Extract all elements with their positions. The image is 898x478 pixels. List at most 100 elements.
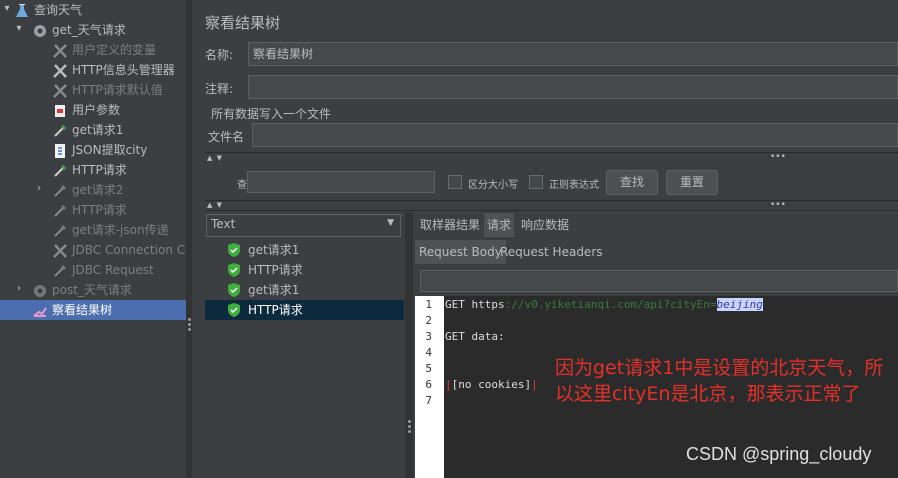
line-number: 7 <box>425 394 432 407</box>
splitter-grip-dot <box>407 420 411 423</box>
chevron-down-icon[interactable]: ▾ <box>1 3 13 14</box>
regex-checkbox[interactable] <box>529 175 543 189</box>
pipette-icon <box>54 124 66 137</box>
tree-item-thread-group[interactable]: get_天气请求 <box>32 20 126 40</box>
drag-handle-dots[interactable]: ••• <box>770 152 786 162</box>
tab-request-headers[interactable]: Request Headers <box>497 240 606 264</box>
chevron-down-icon: ▼ <box>387 218 394 228</box>
filename-field[interactable] <box>252 123 898 147</box>
line-number: 2 <box>425 314 432 327</box>
page-title: 察看结果树 <box>205 14 281 32</box>
code-line-6: |[no cookies]| <box>445 378 538 391</box>
divider <box>205 152 898 153</box>
tree-item-http-defaults[interactable]: HTTP请求默认值 <box>52 80 163 100</box>
tree-item-get-request-2[interactable]: get请求2 <box>52 180 123 200</box>
tree-item-test-plan[interactable]: 查询天气 <box>14 0 82 20</box>
extractor-icon <box>55 143 65 158</box>
splitter-grip-dot <box>407 425 411 428</box>
watermark: CSDN @spring_cloudy <box>686 444 872 464</box>
code-line-3: GET data: <box>445 330 505 343</box>
line-number: 3 <box>425 330 432 343</box>
annotation-text: 因为get请求1中是设置的北京天气，所以这里cityEn是北京，那表示正常了 <box>555 357 884 405</box>
chevron-right-icon[interactable]: › <box>13 283 25 294</box>
pipette-icon <box>54 184 66 197</box>
search-input[interactable] <box>247 171 435 193</box>
tab-response-data[interactable]: 响应数据 <box>518 213 572 237</box>
tab-request[interactable]: 请求 <box>484 213 515 237</box>
result-item-selected[interactable]: HTTP请求 <box>205 300 404 320</box>
request-url: ://v0.yiketianqi.com/api?cityEn= <box>504 298 717 311</box>
regex-label: 正则表达式 <box>549 180 599 191</box>
listener-icon <box>33 306 47 317</box>
drag-handle-dots[interactable]: ••• <box>770 200 786 210</box>
tree-item-post-thread-group[interactable]: post_天气请求 <box>32 280 132 300</box>
case-sensitive-checkbox[interactable] <box>448 175 462 189</box>
tree-item-jdbc-connection[interactable]: JDBC Connection Co <box>52 240 186 260</box>
divider <box>205 200 898 201</box>
tab-request-body[interactable]: Request Body <box>415 240 506 264</box>
renderer-select[interactable]: Text ▼ <box>206 214 401 237</box>
tree-item-view-results-tree[interactable]: 察看结果树 <box>32 300 112 320</box>
results-splitter[interactable] <box>405 212 413 478</box>
line-number: 5 <box>425 362 432 375</box>
success-shield-icon <box>228 263 240 277</box>
success-shield-icon <box>228 243 240 257</box>
collapse-arrows[interactable]: ▲ ▼ <box>207 201 223 209</box>
preprocessor-icon <box>55 104 65 117</box>
name-label: 名称: <box>205 48 234 62</box>
wrench-icon <box>53 243 67 258</box>
collapse-arrows[interactable]: ▲ ▼ <box>207 154 223 162</box>
tree-item-http-request[interactable]: HTTP请求 <box>52 160 127 180</box>
tree-item-json-extractor[interactable]: JSON提取city <box>52 140 147 160</box>
test-plan-tree[interactable]: ▾ ▾ › › 查询天气 get_天气请求 用户定义的变量 HTTP信息头管理器… <box>0 0 186 478</box>
result-item[interactable]: get请求1 <box>205 280 404 300</box>
success-shield-icon <box>228 303 240 317</box>
tree-item-jdbc-request[interactable]: JDBC Request <box>52 260 154 280</box>
result-item[interactable]: get请求1 <box>205 240 404 260</box>
tab-sampler-result[interactable]: 取样器结果 <box>417 213 483 237</box>
wrench-icon <box>53 43 67 58</box>
flask-icon <box>16 3 28 17</box>
chevron-down-icon[interactable]: ▾ <box>13 23 25 34</box>
filename-label: 文件名 <box>208 130 245 144</box>
result-item[interactable]: HTTP请求 <box>205 260 404 280</box>
tree-item-http-request-disabled[interactable]: HTTP请求 <box>52 200 127 220</box>
pipette-icon <box>54 224 66 237</box>
splitter-grip-dot <box>407 430 411 433</box>
splitter-grip-dot <box>187 323 191 326</box>
splitter-grip-dot <box>187 318 191 321</box>
request-search-field[interactable] <box>420 270 898 292</box>
search-highlight: beijing <box>716 298 763 311</box>
splitter-grip-dot <box>187 328 191 331</box>
line-number-gutter: 1 2 3 4 5 6 7 <box>415 296 444 478</box>
wrench-icon <box>53 83 67 98</box>
divider <box>205 210 898 211</box>
name-field[interactable]: 察看结果树 <box>248 42 898 66</box>
cookies-marker: | <box>445 378 452 391</box>
pipette-icon <box>54 264 66 277</box>
search-button[interactable]: 查找 <box>606 170 658 195</box>
gear-icon <box>34 284 46 297</box>
success-shield-icon <box>228 283 240 297</box>
tree-item-user-params[interactable]: 用户参数 <box>52 100 120 120</box>
gear-icon <box>34 24 46 37</box>
comment-field[interactable] <box>248 75 898 99</box>
wrench-icon <box>53 63 67 78</box>
request-method: GET https <box>445 298 505 311</box>
tree-item-header-manager[interactable]: HTTP信息头管理器 <box>52 60 175 80</box>
comment-label: 注释: <box>205 82 234 96</box>
tree-item-get-request-json[interactable]: get请求-json传递 <box>52 220 169 240</box>
tree-item-user-defined-vars[interactable]: 用户定义的变量 <box>52 40 156 60</box>
write-all-label: 所有数据写入一个文件 <box>211 107 332 121</box>
reset-button[interactable]: 重置 <box>666 170 718 195</box>
line-number: 1 <box>425 298 432 311</box>
tree-item-get-request-1[interactable]: get请求1 <box>52 120 123 140</box>
code-line-1: GET https://v0.yiketianqi.com/api?cityEn… <box>445 298 763 311</box>
chevron-right-icon[interactable]: › <box>33 183 45 194</box>
pipette-icon <box>54 204 66 217</box>
line-number: 4 <box>425 346 432 359</box>
line-number: 6 <box>425 378 432 391</box>
pipette-icon <box>54 164 66 177</box>
cookies-marker: | <box>531 378 538 391</box>
results-list[interactable]: get请求1 HTTP请求 get请求1 HTTP请求 <box>205 238 404 478</box>
